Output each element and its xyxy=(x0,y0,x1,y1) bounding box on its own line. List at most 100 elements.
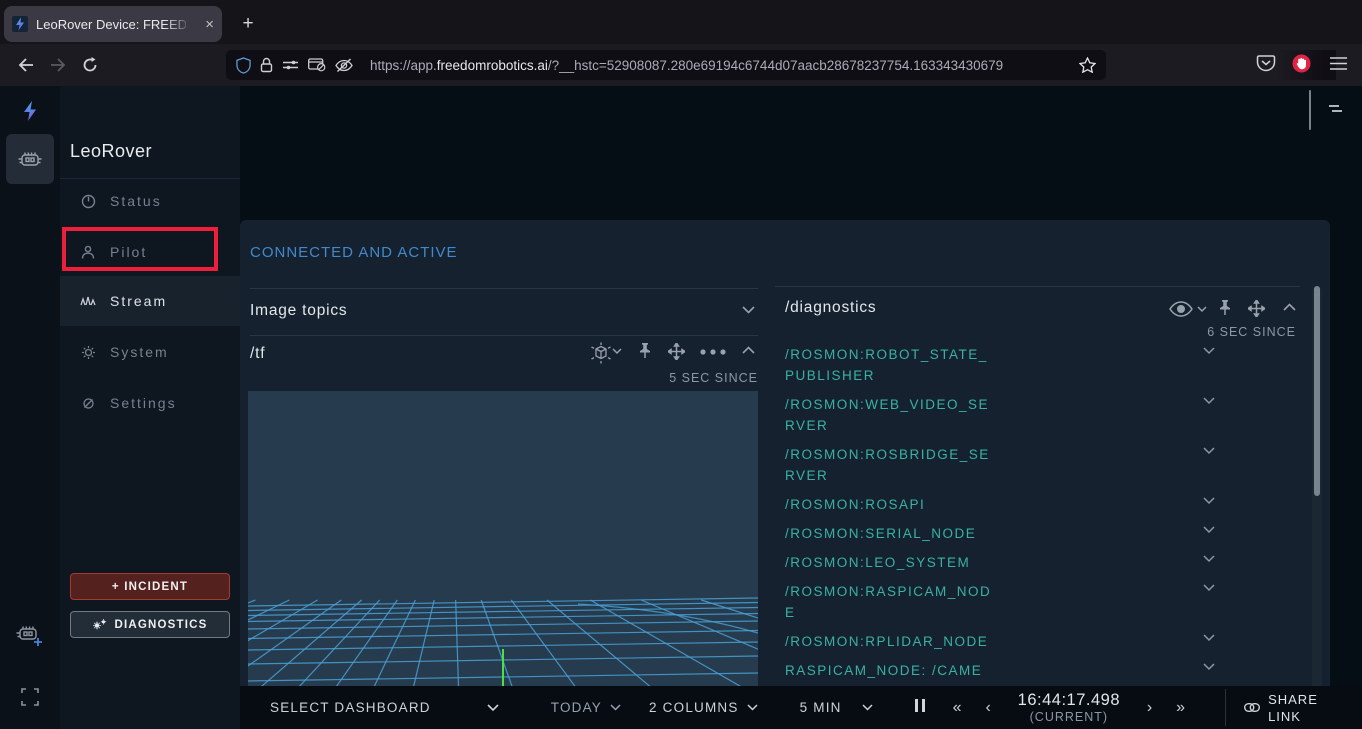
chevron-down-icon[interactable] xyxy=(1203,634,1215,652)
cube-3d-icon[interactable] xyxy=(588,340,614,366)
pocket-icon[interactable] xyxy=(1256,53,1276,73)
sidebar-item-stream[interactable]: Stream xyxy=(60,276,240,326)
step-back-button[interactable]: ‹ xyxy=(986,699,991,717)
chevron-down-icon[interactable] xyxy=(1197,306,1207,313)
incident-button[interactable]: + INCIDENT xyxy=(70,573,230,600)
tf-since-label: 5 SEC SINCE xyxy=(628,371,758,385)
sidebar-item-status[interactable]: Status xyxy=(60,176,240,226)
settings-icon xyxy=(78,397,98,410)
tab-close-icon[interactable]: × xyxy=(205,16,214,33)
tab-title-fade xyxy=(164,6,192,42)
gears-icon xyxy=(92,618,108,631)
list-item[interactable]: /ROSMON:WEB_VIDEO_SERVER xyxy=(785,394,1265,436)
interval-dropdown[interactable]: 5 MIN xyxy=(800,700,842,715)
scrollbar-thumb[interactable] xyxy=(1314,286,1320,496)
tf-3d-viewport[interactable] xyxy=(248,391,758,729)
chevron-down-icon[interactable] xyxy=(1203,497,1215,515)
chevron-down-icon[interactable] xyxy=(487,704,499,712)
date-dropdown[interactable]: TODAY xyxy=(551,700,602,715)
list-item[interactable]: /ROSMON:RASPICAM_NODE xyxy=(785,581,1265,623)
diagnostics-list: /ROSMON:ROBOT_STATE_PUBLISHER /ROSMON:WE… xyxy=(785,344,1265,729)
browser-tab-strip: LeoRover Device: FREED × + xyxy=(0,0,1362,44)
timeline-time[interactable]: 16:44:17.498 (CURRENT) xyxy=(1013,691,1125,724)
waveform-icon xyxy=(78,295,98,307)
new-tab-button[interactable]: + xyxy=(236,12,260,36)
diagnostic-topic: /ROSMON:ROSAPI xyxy=(785,494,993,515)
add-device-button[interactable] xyxy=(15,622,45,648)
sidebar-item-system[interactable]: System xyxy=(60,327,240,377)
page-scrollbar[interactable] xyxy=(1309,90,1311,130)
diagnostics-since-label: 6 SEC SINCE xyxy=(1166,325,1296,339)
columns-dropdown[interactable]: 2 COLUMNS xyxy=(649,700,739,715)
chevron-down-icon[interactable] xyxy=(1203,584,1215,623)
chevron-down-icon[interactable] xyxy=(862,704,873,711)
red-annotation-box xyxy=(62,227,218,271)
chevron-up-icon[interactable] xyxy=(742,346,755,354)
left-rail xyxy=(0,86,60,729)
list-item[interactable]: /ROSMON:RPLIDAR_NODE xyxy=(785,631,1265,652)
pause-button[interactable] xyxy=(913,699,927,717)
step-forward-button[interactable]: › xyxy=(1147,699,1152,717)
tab-favicon-lightning-icon xyxy=(12,16,28,32)
device-name: LeoRover xyxy=(70,141,152,162)
app-region: LeoRover Status Pilot Stream xyxy=(0,86,1362,729)
list-item[interactable]: /ROSMON:ROSAPI xyxy=(785,494,1265,515)
divider xyxy=(250,335,758,336)
url-text[interactable]: https://app.freedomrobotics.ai/?__hstc=5… xyxy=(370,58,1073,73)
list-item[interactable]: /ROSMON:SERIAL_NODE xyxy=(785,523,1265,544)
dashboard-content: CONNECTED AND ACTIVE Image topics /tf xyxy=(240,220,1330,729)
forward-icon[interactable] xyxy=(42,51,74,79)
reload-icon[interactable] xyxy=(74,51,106,79)
diagnostics-button[interactable]: DIAGNOSTICS xyxy=(70,611,230,638)
chevron-down-icon[interactable] xyxy=(1203,526,1215,544)
pin-icon[interactable] xyxy=(1218,299,1232,316)
pin-icon[interactable] xyxy=(638,342,652,359)
eye-icon[interactable] xyxy=(1168,300,1194,318)
eye-slash-icon[interactable] xyxy=(335,58,353,73)
chevron-down-icon[interactable] xyxy=(742,306,755,314)
diagnostic-topic: /ROSMON:ROBOT_STATE_PUBLISHER xyxy=(785,344,993,386)
move-icon[interactable] xyxy=(1248,300,1265,317)
chevron-down-icon[interactable] xyxy=(747,704,758,711)
share-link-button[interactable]: SHARELINK xyxy=(1244,691,1318,725)
skip-back-button[interactable]: « xyxy=(953,699,962,717)
chevron-down-icon[interactable] xyxy=(1203,555,1215,573)
back-icon[interactable] xyxy=(10,51,42,79)
move-icon[interactable] xyxy=(668,343,685,360)
sidebar-item-label: Stream xyxy=(110,293,167,309)
sidebar-item-label: Status xyxy=(110,193,162,209)
hamburger-menu-icon[interactable] xyxy=(1330,57,1347,70)
chevron-down-icon[interactable] xyxy=(610,704,621,711)
gear-icon xyxy=(78,345,98,360)
url-bar[interactable]: https://app.freedomrobotics.ai/?__hstc=5… xyxy=(226,50,1106,80)
image-topics-title: Image topics xyxy=(250,302,347,320)
screen: LeoRover Device: FREED × + xyxy=(0,0,1362,729)
list-item[interactable]: /ROSMON:LEO_SYSTEM xyxy=(785,552,1265,573)
fullscreen-icon[interactable] xyxy=(21,688,39,706)
sidebar-item-settings[interactable]: Settings xyxy=(60,378,240,428)
shield-icon[interactable] xyxy=(236,57,251,74)
tf-panel-title: /tf xyxy=(250,345,265,363)
diagnostic-topic: /ROSMON:RASPICAM_NODE xyxy=(785,581,993,623)
current-time: 16:44:17.498 xyxy=(1013,691,1125,710)
chevron-down-icon[interactable] xyxy=(1203,347,1215,386)
lock-icon[interactable] xyxy=(260,57,273,73)
list-item[interactable]: /ROSMON:ROSBRIDGE_SERVER xyxy=(785,444,1265,486)
dashboard-menu-lines-icon[interactable] xyxy=(1322,102,1346,120)
chevron-down-icon[interactable] xyxy=(612,348,622,355)
chevron-down-icon[interactable] xyxy=(1203,447,1215,486)
skip-forward-button[interactable]: » xyxy=(1176,699,1185,717)
bookmark-star-icon[interactable] xyxy=(1079,57,1096,73)
rail-device-button[interactable] xyxy=(6,134,54,184)
card-blocked-icon[interactable] xyxy=(308,58,326,72)
list-item[interactable]: /ROSMON:ROBOT_STATE_PUBLISHER xyxy=(785,344,1265,386)
blocker-extension-icon[interactable] xyxy=(1292,54,1311,73)
chevron-down-icon[interactable] xyxy=(1203,397,1215,436)
browser-tab[interactable]: LeoRover Device: FREED × xyxy=(4,6,222,42)
select-dashboard-dropdown[interactable]: SELECT DASHBOARD xyxy=(270,700,431,715)
chevron-up-icon[interactable] xyxy=(1283,303,1296,311)
current-time-sub: (CURRENT) xyxy=(1013,710,1125,724)
device-sidebar: LeoRover Status Pilot Stream xyxy=(60,86,240,729)
more-options-icon[interactable] xyxy=(700,349,726,355)
permissions-icon[interactable] xyxy=(282,59,299,71)
